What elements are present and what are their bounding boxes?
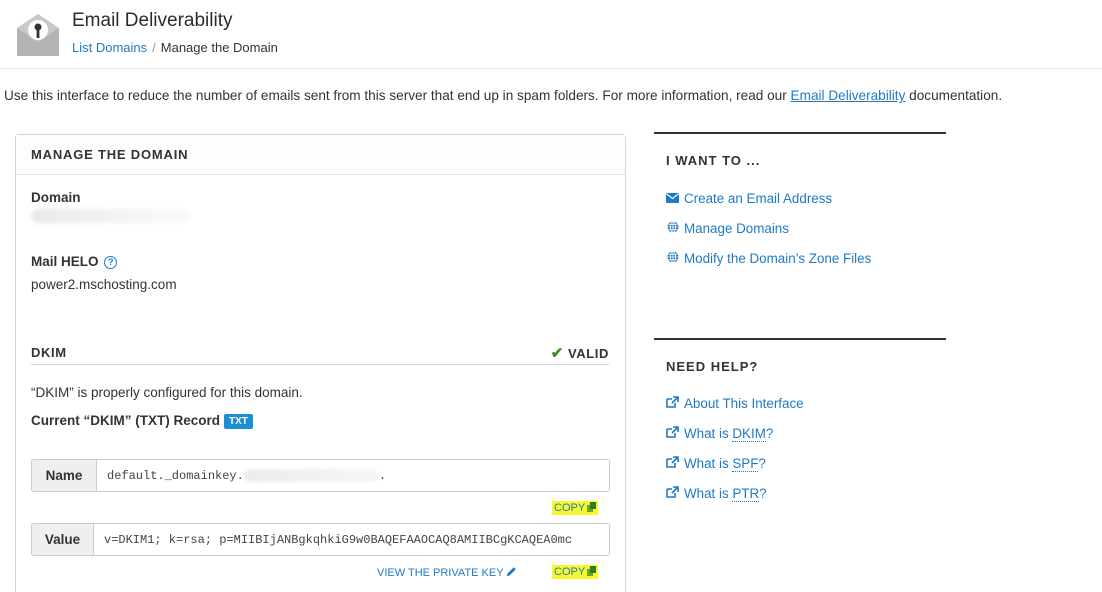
txt-badge: TXT: [224, 414, 253, 429]
external-link-icon: [666, 396, 679, 411]
mail-helo-label: Mail HELO ?: [31, 254, 118, 269]
modify-zone-files-label: Modify the Domain’s Zone Files: [684, 251, 872, 266]
what-is-ptr-link[interactable]: What is PTR?: [666, 486, 946, 502]
globe-icon: [666, 221, 679, 236]
create-email-address-label: Create an Email Address: [684, 191, 833, 206]
external-link-icon: [666, 486, 679, 501]
intro-text-after: documentation.: [905, 88, 1003, 103]
help-icon[interactable]: ?: [104, 256, 118, 269]
copy-value-button[interactable]: COPY: [552, 565, 599, 579]
globe-icon: [666, 251, 679, 266]
about-interface-label: About This Interface: [684, 396, 804, 411]
breadcrumb-current: Manage the Domain: [160, 40, 278, 55]
copy-value-label: COPY: [554, 566, 586, 578]
view-private-key-link[interactable]: VIEW THE PRIVATE KEY: [377, 566, 517, 579]
i-want-to-section: I WANT TO ... Create an Email Address Ma…: [654, 132, 946, 302]
page-title: Email Deliverability: [72, 10, 233, 31]
need-help-section: NEED HELP? About This Interface What is …: [654, 338, 946, 518]
dkim-name-input[interactable]: default._domainkey..: [97, 460, 609, 491]
question-mark: ?: [758, 456, 766, 471]
ptr-abbr: PTR: [732, 486, 760, 502]
create-email-address-link[interactable]: Create an Email Address: [666, 191, 946, 206]
intro-text-before: Use this interface to reduce the number …: [4, 88, 791, 103]
manage-domains-label: Manage Domains: [684, 221, 789, 236]
copy-name-button[interactable]: COPY: [552, 501, 599, 515]
dkim-status-badge: ✔ VALID: [551, 344, 609, 362]
dkim-name-field: Name default._domainkey..: [31, 459, 610, 492]
dkim-record-label-text: Current “DKIM” (TXT) Record: [31, 413, 220, 428]
question-mark: ?: [765, 426, 774, 441]
check-icon: ✔: [550, 345, 564, 362]
breadcrumb-separator: /: [152, 40, 156, 55]
external-link-icon: [666, 426, 679, 441]
copy-icon: [587, 502, 597, 512]
manage-domains-link[interactable]: Manage Domains: [666, 221, 946, 236]
breadcrumb: List Domains / Manage the Domain: [72, 40, 278, 55]
header-divider: [0, 68, 1102, 69]
envelope-icon: [666, 192, 679, 206]
modify-zone-files-link[interactable]: Modify the Domain’s Zone Files: [666, 251, 946, 266]
dkim-name-redacted: [243, 469, 379, 482]
need-help-title: NEED HELP?: [666, 359, 759, 374]
question-mark: ?: [759, 486, 767, 501]
external-link-icon: [666, 456, 679, 471]
email-deliverability-doc-link[interactable]: Email Deliverability: [791, 88, 906, 103]
what-is-dkim-link[interactable]: What is DKIM?: [666, 426, 946, 442]
mail-helo-value: power2.mschosting.com: [31, 277, 177, 292]
dkim-title: DKIM: [31, 345, 67, 360]
domain-label: Domain: [31, 190, 81, 205]
what-is-prefix: What is: [684, 426, 733, 441]
dkim-section-header: DKIM ✔ VALID: [31, 343, 609, 365]
dkim-abbr: DKIM: [732, 426, 766, 442]
dkim-value-field: Value v=DKIM1; k=rsa; p=MIIBIjANBgkqhkiG…: [31, 523, 610, 556]
dkim-name-suffix: .: [378, 468, 387, 483]
what-is-prefix: What is: [684, 456, 733, 471]
dkim-record-label: Current “DKIM” (TXT) Record TXT: [31, 413, 253, 429]
dkim-status-text: VALID: [567, 346, 609, 361]
view-private-key-label: VIEW THE PRIVATE KEY: [377, 567, 504, 579]
domain-value-redacted: [31, 209, 191, 223]
manage-domain-panel: MANAGE THE DOMAIN Domain Mail HELO ? pow…: [15, 134, 626, 592]
email-deliverability-app-icon: [17, 14, 59, 56]
panel-title: MANAGE THE DOMAIN: [16, 135, 625, 175]
what-is-prefix: What is: [684, 486, 733, 501]
dkim-value-input[interactable]: v=DKIM1; k=rsa; p=MIIBIjANBgkqhkiG9w0BAQ…: [94, 524, 609, 555]
breadcrumb-list-domains-link[interactable]: List Domains: [72, 40, 147, 55]
copy-icon: [587, 566, 597, 576]
what-is-spf-link[interactable]: What is SPF?: [666, 456, 946, 472]
i-want-to-title: I WANT TO ...: [666, 153, 761, 168]
dkim-name-label: Name: [32, 460, 97, 491]
spf-abbr: SPF: [732, 456, 759, 472]
dkim-message: “DKIM” is properly configured for this d…: [31, 385, 303, 400]
pencil-icon: [507, 567, 517, 577]
dkim-name-prefix: default._domainkey.: [107, 468, 244, 483]
about-interface-link[interactable]: About This Interface: [666, 396, 946, 411]
intro-text: Use this interface to reduce the number …: [4, 88, 1002, 103]
copy-name-label: COPY: [554, 502, 586, 514]
dkim-value-label: Value: [32, 524, 94, 555]
mail-helo-label-text: Mail HELO: [31, 254, 99, 269]
